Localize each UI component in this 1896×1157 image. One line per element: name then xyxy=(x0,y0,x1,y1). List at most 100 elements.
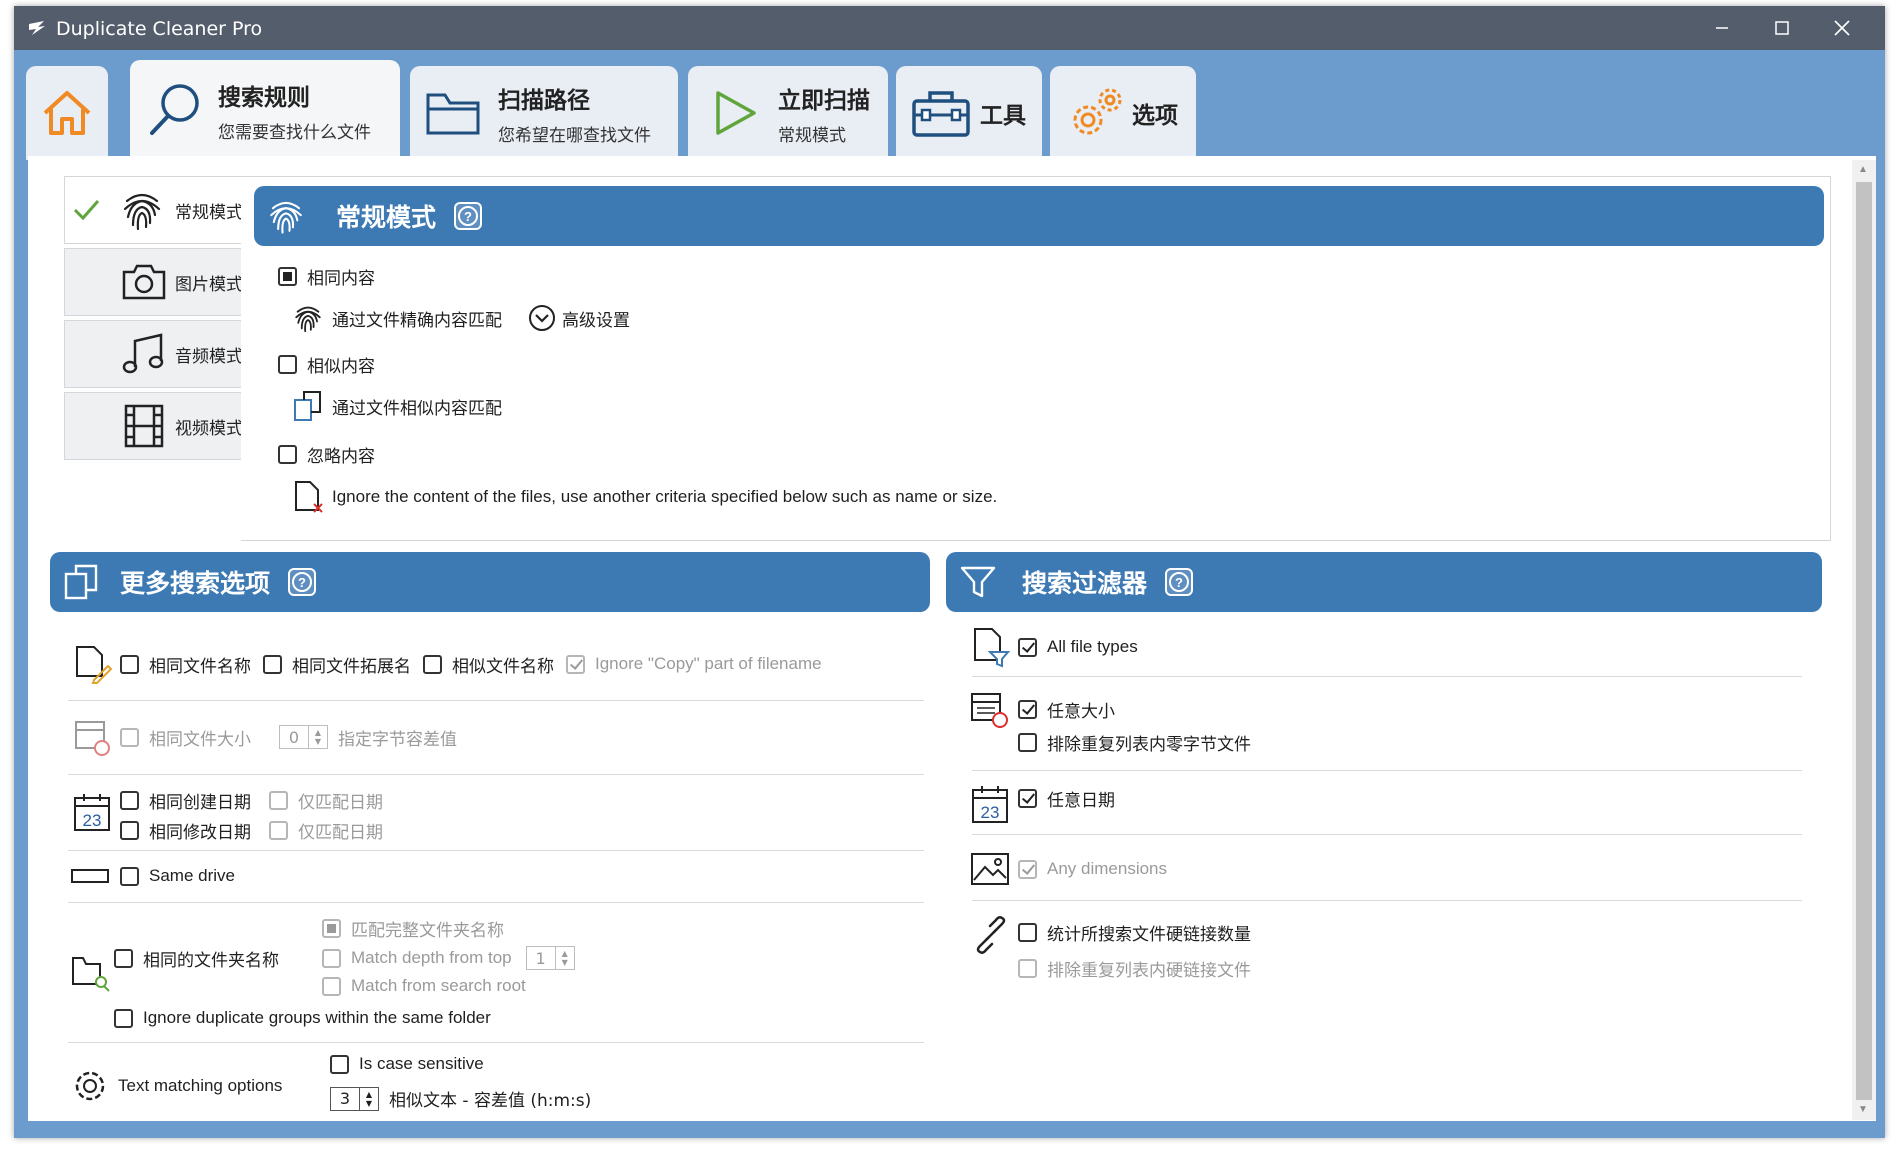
stepper-arrows-icon[interactable]: ▲ ▼ xyxy=(554,947,574,969)
same-size-checkbox[interactable] xyxy=(120,727,139,747)
count-hardlinks-checkbox[interactable] xyxy=(1018,923,1037,942)
ignore-groups-label: Ignore duplicate groups within the same … xyxy=(143,1008,491,1027)
same-modified-checkbox[interactable] xyxy=(120,821,139,840)
tab-scan-paths[interactable]: 扫描路径 您希望在哪查找文件 xyxy=(410,66,678,160)
stepper-arrows-icon[interactable]: ▲ ▼ xyxy=(359,1087,378,1110)
ignore-groups-row: Ignore duplicate groups within the same … xyxy=(114,1008,491,1028)
all-file-types-label: All file types xyxy=(1047,637,1138,656)
similar-content-option[interactable]: 相似内容 xyxy=(278,352,375,377)
similar-content-radio[interactable] xyxy=(278,355,297,374)
similar-filename-checkbox[interactable] xyxy=(423,654,442,674)
size-tolerance-label: 指定字节容差值 xyxy=(338,729,457,750)
stepper-arrows-icon[interactable]: ▲ ▼ xyxy=(308,726,327,748)
case-sensitive-label: Is case sensitive xyxy=(359,1054,484,1073)
tab-home[interactable] xyxy=(26,66,108,160)
any-dimensions-checkbox[interactable] xyxy=(1018,859,1037,879)
minimize-button[interactable] xyxy=(1692,6,1752,50)
size-tolerance-stepper[interactable]: 0 ▲ ▼ xyxy=(279,725,328,749)
same-folder-name-row: 相同的文件夹名称 xyxy=(114,946,279,971)
calendar-day-text: 23 xyxy=(981,803,1000,822)
mode-help-button[interactable]: ? xyxy=(454,202,483,230)
similar-text-stepper[interactable]: 3 ▲ ▼ xyxy=(330,1086,379,1111)
ignore-content-option[interactable]: 忽略内容 xyxy=(278,442,375,467)
scroll-up-icon[interactable]: ▲ xyxy=(1858,164,1868,175)
size-tolerance-value: 0 xyxy=(288,727,300,747)
any-size-checkbox[interactable] xyxy=(1018,699,1037,719)
advanced-settings-button[interactable]: 高级设置 xyxy=(528,304,630,332)
mode-item-normal[interactable]: 常规模式 xyxy=(64,176,256,244)
more-options-help-button[interactable]: ? xyxy=(288,568,317,596)
same-filename-checkbox[interactable] xyxy=(120,654,139,674)
similar-content-desc-row: 通过文件相似内容匹配 xyxy=(292,390,502,422)
calendar-day-text: 23 xyxy=(83,811,102,830)
file-types-row: All file types xyxy=(972,626,1138,668)
folder-icon xyxy=(426,93,480,135)
scrollbar-thumb[interactable] xyxy=(1856,182,1872,1100)
modified-date-row: 相同修改日期 仅匹配日期 xyxy=(120,818,383,843)
same-size-label: 相同文件大小 xyxy=(149,729,251,750)
match-depth-row: Match depth from top 1 ▲ ▼ xyxy=(322,946,585,970)
vertical-scrollbar[interactable]: ▲ ▼ xyxy=(1852,160,1876,1120)
match-depth-stepper[interactable]: 1 ▲ ▼ xyxy=(525,946,575,970)
divider xyxy=(68,774,924,775)
exclude-zero-checkbox[interactable] xyxy=(1018,733,1037,752)
any-date-checkbox[interactable] xyxy=(1018,789,1037,808)
tab-scan-now[interactable]: 立即扫描 常规模式 xyxy=(688,66,888,160)
match-full-folder-checkbox[interactable] xyxy=(322,919,341,938)
match-root-checkbox[interactable] xyxy=(322,976,341,996)
help-icon: ? xyxy=(458,206,479,226)
created-date-only-checkbox[interactable] xyxy=(269,791,288,810)
all-file-types-checkbox[interactable] xyxy=(1018,637,1037,657)
size-gauge-icon xyxy=(971,693,1008,728)
main-tab-bar: 搜索规则 您需要查找什么文件 扫描路径 您希望在哪查找文件 立即扫描 常规模式 xyxy=(14,50,1885,160)
window-title: Duplicate Cleaner Pro xyxy=(56,18,263,40)
filter-icon xyxy=(960,566,996,598)
title-bar: Duplicate Cleaner Pro xyxy=(14,6,1885,50)
tab-scan-paths-title: 扫描路径 xyxy=(498,87,590,114)
similar-text-row: 3 ▲ ▼ 相似文本 - 容差值 (h:m:s) xyxy=(330,1086,591,1111)
mode-item-audio[interactable]: 音频模式 xyxy=(64,320,256,388)
ignore-content-radio[interactable] xyxy=(278,445,297,464)
rename-document-icon xyxy=(76,646,112,684)
play-icon xyxy=(716,91,756,135)
copy-docs-icon xyxy=(64,564,98,600)
divider xyxy=(68,700,924,701)
divider xyxy=(972,834,1802,835)
match-depth-value: 1 xyxy=(535,948,546,968)
same-modified-label: 相同修改日期 xyxy=(149,823,251,843)
exclude-hardlinks-row: 排除重复列表内硬链接文件 xyxy=(1018,956,1251,981)
mode-item-video[interactable]: 视频模式 xyxy=(64,392,256,460)
same-content-option[interactable]: 相同内容 xyxy=(278,264,375,289)
checkmark-icon xyxy=(73,200,100,221)
calendar-icon: 23 xyxy=(972,786,1008,823)
same-drive-checkbox[interactable] xyxy=(120,866,139,886)
case-sensitive-checkbox[interactable] xyxy=(330,1054,349,1074)
close-button[interactable] xyxy=(1812,6,1872,50)
image-icon xyxy=(971,853,1009,885)
scroll-down-icon[interactable]: ▼ xyxy=(1858,1104,1868,1115)
similar-content-description: 通过文件相似内容匹配 xyxy=(332,398,502,419)
ignore-groups-checkbox[interactable] xyxy=(114,1008,133,1028)
same-extension-checkbox[interactable] xyxy=(263,654,282,674)
filters-help-button[interactable]: ? xyxy=(1165,568,1194,596)
tab-search-rules[interactable]: 搜索规则 您需要查找什么文件 xyxy=(130,60,400,160)
match-depth-checkbox[interactable] xyxy=(322,948,341,968)
exclude-zero-label: 排除重复列表内零字节文件 xyxy=(1047,735,1251,755)
help-icon: ? xyxy=(292,572,313,592)
match-root-label: Match from search root xyxy=(351,976,526,995)
tab-options[interactable]: 选项 xyxy=(1050,66,1196,160)
maximize-button[interactable] xyxy=(1752,6,1812,50)
same-content-radio[interactable] xyxy=(278,267,297,286)
exclude-hardlinks-checkbox[interactable] xyxy=(1018,959,1037,978)
mode-item-image[interactable]: 图片模式 xyxy=(64,248,256,316)
same-folder-name-checkbox[interactable] xyxy=(114,949,133,968)
divider xyxy=(68,902,924,903)
modified-date-only-checkbox[interactable] xyxy=(269,821,288,840)
tab-tools[interactable]: 工具 xyxy=(896,66,1042,160)
tab-scan-now-subtitle: 常规模式 xyxy=(778,125,846,146)
tab-scan-paths-subtitle: 您希望在哪查找文件 xyxy=(498,125,651,146)
divider xyxy=(972,770,1802,771)
divider xyxy=(68,850,924,851)
ignore-copy-checkbox[interactable] xyxy=(566,654,585,674)
same-created-checkbox[interactable] xyxy=(120,791,139,810)
